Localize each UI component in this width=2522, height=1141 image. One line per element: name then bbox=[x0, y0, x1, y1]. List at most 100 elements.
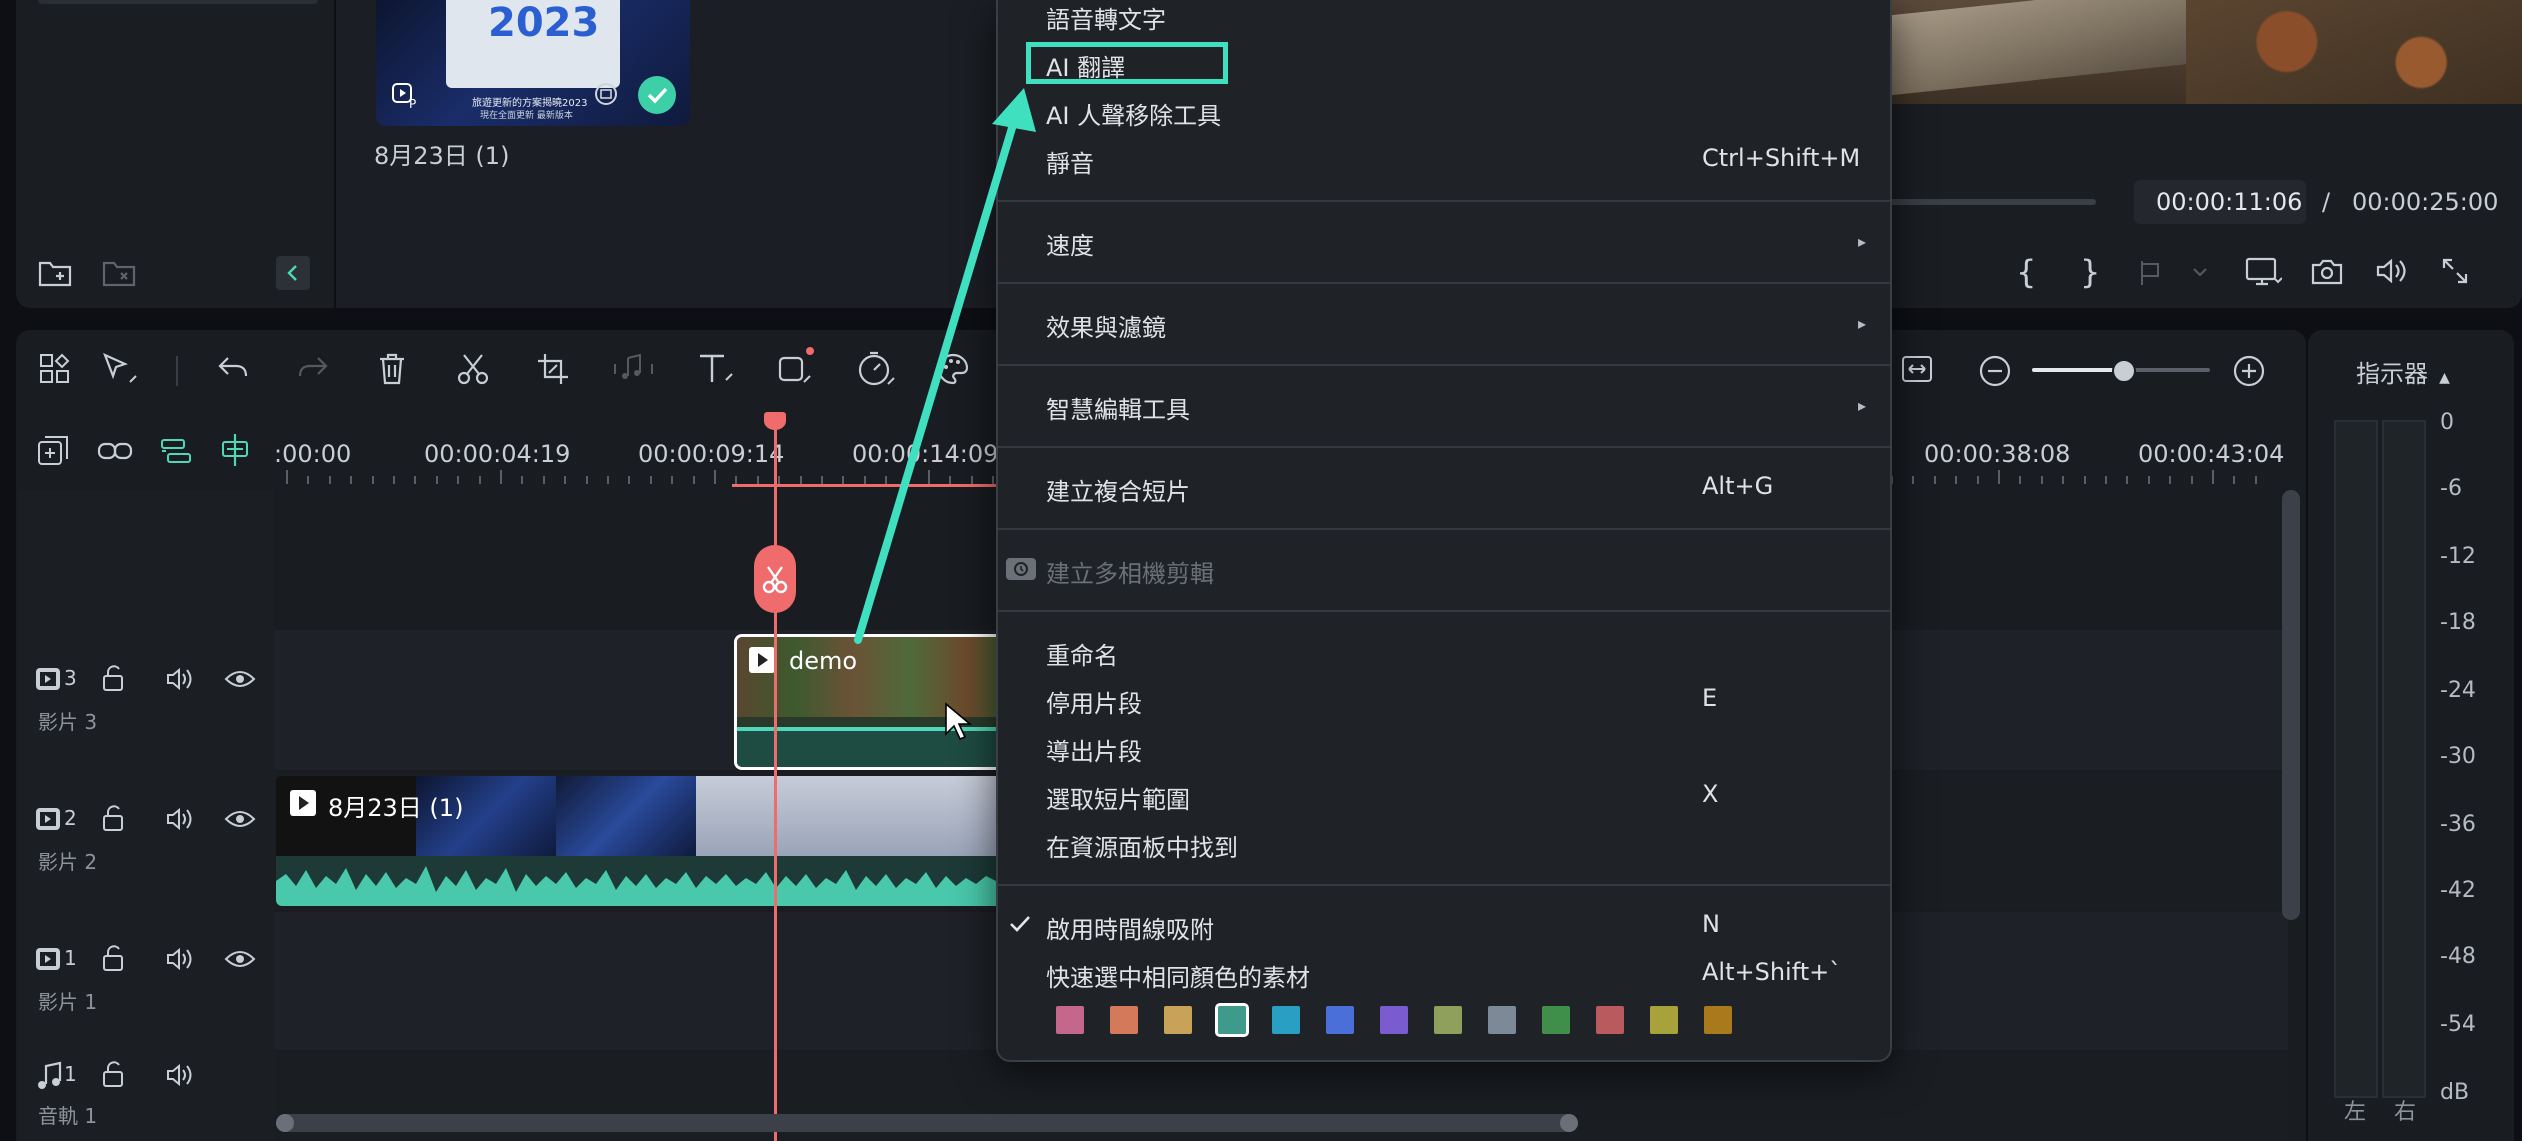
undo-icon[interactable] bbox=[216, 354, 250, 384]
menu-item-effects-filters[interactable]: 效果與濾鏡 bbox=[1046, 308, 1166, 343]
delete-icon[interactable] bbox=[376, 352, 408, 386]
menu-item-create-compound-clip[interactable]: 建立複合短片 bbox=[1046, 472, 1190, 507]
color-swatch[interactable] bbox=[1272, 1006, 1300, 1034]
visibility-eye-icon[interactable] bbox=[224, 804, 256, 834]
menu-item-speed[interactable]: 速度 bbox=[1046, 226, 1094, 261]
color-swatch[interactable] bbox=[1380, 1006, 1408, 1034]
menu-item-disable-clip[interactable]: 停用片段 bbox=[1046, 684, 1142, 719]
menu-item-rename[interactable]: 重命名 bbox=[1046, 636, 1118, 671]
zoom-slider-thumb[interactable] bbox=[2112, 359, 2136, 383]
meter-dropdown[interactable]: 指示器 ▲ bbox=[2356, 354, 2476, 390]
video-clip-aug23[interactable]: 8月23日 (1) bbox=[276, 776, 996, 906]
mute-speaker-icon[interactable] bbox=[164, 664, 194, 694]
ruler-tick bbox=[821, 476, 823, 484]
color-swatch[interactable] bbox=[1434, 1006, 1462, 1034]
color-swatch[interactable] bbox=[1164, 1006, 1192, 1034]
meter-scale-3: -18 bbox=[2440, 610, 2476, 635]
color-swatch[interactable] bbox=[1542, 1006, 1570, 1034]
zoom-slider-track[interactable] bbox=[2032, 359, 2210, 383]
auto-ripple-icon[interactable] bbox=[158, 434, 192, 468]
volume-icon[interactable] bbox=[2374, 256, 2408, 286]
meter-scale-1: -6 bbox=[2440, 476, 2462, 501]
playhead-handle[interactable] bbox=[764, 412, 786, 430]
horizontal-scrollbar[interactable] bbox=[276, 1114, 1578, 1132]
ruler-tick bbox=[2169, 476, 2171, 484]
ruler-tick bbox=[671, 476, 673, 484]
color-swatch[interactable] bbox=[1110, 1006, 1138, 1034]
meter-scale-7: -42 bbox=[2440, 878, 2476, 903]
track-name: 音軌 1 bbox=[38, 1104, 98, 1128]
ruler-label-2: 00:00:09:14 bbox=[638, 440, 785, 468]
video-track-icon bbox=[34, 664, 64, 694]
visibility-eye-icon[interactable] bbox=[224, 944, 256, 974]
ruler-tick bbox=[1955, 476, 1957, 484]
zoom-in-icon[interactable] bbox=[2232, 354, 2266, 388]
scrollbar-handle-right[interactable] bbox=[1560, 1114, 1578, 1132]
color-swatch[interactable] bbox=[1704, 1006, 1732, 1034]
lock-icon[interactable] bbox=[100, 944, 128, 974]
playhead-line[interactable] bbox=[774, 420, 777, 1141]
split-scissors-button[interactable] bbox=[754, 545, 796, 613]
meter-bar-left bbox=[2334, 420, 2378, 1098]
crop-icon[interactable] bbox=[536, 352, 570, 386]
current-time-box[interactable]: 00:00:11:06 bbox=[2134, 180, 2306, 224]
menu-item-find-in-media[interactable]: 在資源面板中找到 bbox=[1046, 828, 1238, 863]
link-icon[interactable] bbox=[96, 436, 134, 466]
media-thumbnail[interactable]: 2023 旅遊更新的方案揭曉2023 現在全面更新 最新版本 P bbox=[376, 0, 690, 126]
mute-speaker-icon[interactable] bbox=[164, 1060, 194, 1090]
color-swatch[interactable] bbox=[1056, 1006, 1084, 1034]
preview-progress-bar[interactable] bbox=[1886, 199, 2096, 205]
sidebar-folder-item[interactable] bbox=[38, 0, 318, 4]
menu-item-export-clip[interactable]: 導出片段 bbox=[1046, 732, 1142, 767]
fullscreen-icon[interactable] bbox=[2440, 256, 2470, 286]
menu-item-ai-translate[interactable]: AI 翻譯 bbox=[1046, 48, 1125, 83]
track-name: 影片 2 bbox=[38, 850, 98, 874]
lock-icon[interactable] bbox=[100, 804, 128, 834]
shape-tool-icon[interactable] bbox=[776, 346, 816, 386]
menu-separator bbox=[998, 884, 1890, 886]
vertical-scrollbar[interactable] bbox=[2282, 490, 2300, 920]
color-swatch[interactable] bbox=[1596, 1006, 1624, 1034]
menu-item-ai-vocal-remover[interactable]: AI 人聲移除工具 bbox=[1046, 96, 1221, 131]
visibility-eye-icon[interactable] bbox=[224, 664, 256, 694]
display-settings-icon[interactable] bbox=[2244, 256, 2282, 288]
mute-speaker-icon[interactable] bbox=[164, 804, 194, 834]
scrollbar-handle-left[interactable] bbox=[276, 1114, 294, 1132]
color-swatch[interactable] bbox=[1650, 1006, 1678, 1034]
color-swatch[interactable] bbox=[1215, 1003, 1249, 1037]
new-folder-icon[interactable] bbox=[38, 258, 72, 288]
color-swatch[interactable] bbox=[1326, 1006, 1354, 1034]
ruler-tick bbox=[286, 470, 288, 484]
menu-item-select-clip-range[interactable]: 選取短片範圍 bbox=[1046, 780, 1190, 815]
layout-grid-icon[interactable] bbox=[38, 352, 72, 386]
meter-scale-6: -36 bbox=[2440, 812, 2476, 837]
lock-icon[interactable] bbox=[100, 1060, 128, 1090]
ruler-tick bbox=[2019, 476, 2021, 484]
collapse-panel-button[interactable] bbox=[276, 256, 310, 290]
mark-in-icon[interactable]: { bbox=[2016, 256, 2036, 288]
zoom-out-icon[interactable] bbox=[1978, 354, 2012, 388]
ruler-tick bbox=[2212, 470, 2214, 484]
menu-item-mute[interactable]: 靜音 bbox=[1046, 144, 1094, 179]
menu-item-smart-edit-tools[interactable]: 智慧編輯工具 bbox=[1046, 390, 1190, 425]
time-separator: / bbox=[2322, 188, 2331, 216]
menu-item-speech-to-text[interactable]: 語音轉文字 bbox=[1046, 0, 1166, 35]
snapping-icon[interactable] bbox=[218, 432, 252, 468]
mute-speaker-icon[interactable] bbox=[164, 944, 194, 974]
track-number: 2 bbox=[64, 806, 77, 830]
lock-icon[interactable] bbox=[100, 664, 128, 694]
menu-item-select-same-color[interactable]: 快速選中相同顏色的素材 bbox=[1046, 958, 1310, 993]
select-tool-icon[interactable] bbox=[100, 352, 140, 388]
ruler-label-1: 00:00:04:19 bbox=[424, 440, 571, 468]
ruler-tick bbox=[2041, 476, 2043, 484]
add-track-icon[interactable] bbox=[36, 434, 70, 468]
text-tool-icon[interactable] bbox=[696, 352, 736, 388]
mark-out-icon[interactable]: } bbox=[2080, 256, 2100, 288]
split-scissors-icon[interactable] bbox=[456, 352, 490, 386]
video-track-icon bbox=[34, 944, 64, 974]
fit-timeline-icon[interactable] bbox=[1900, 354, 1934, 384]
ruler-tick bbox=[350, 476, 352, 484]
menu-item-enable-snapping[interactable]: 啟用時間線吸附 bbox=[1046, 910, 1214, 945]
snapshot-camera-icon[interactable] bbox=[2310, 256, 2344, 286]
color-swatch[interactable] bbox=[1488, 1006, 1516, 1034]
